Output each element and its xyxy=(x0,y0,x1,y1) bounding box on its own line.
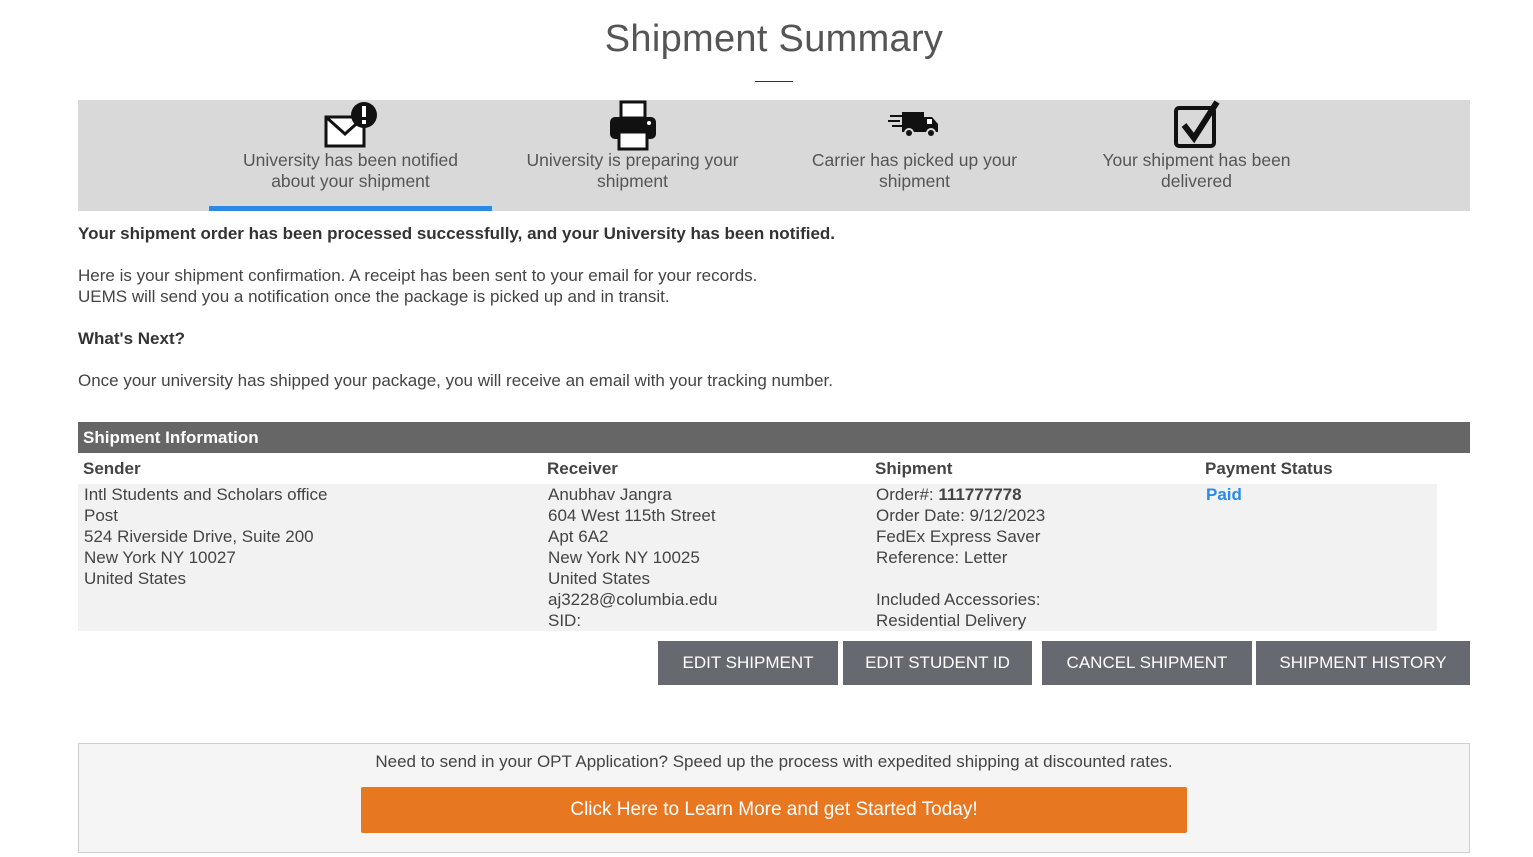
learn-more-button[interactable]: Click Here to Learn More and get Started… xyxy=(361,787,1187,833)
progress-step-label: Carrier has picked up your shipment xyxy=(811,150,1018,191)
sender-line: Post xyxy=(84,506,119,525)
success-message: Your shipment order has been processed s… xyxy=(78,224,836,243)
notification-message: UEMS will send you a notification once t… xyxy=(78,287,670,306)
edit-shipment-button[interactable]: EDIT SHIPMENT xyxy=(658,641,838,685)
shipment-info-header: Shipment Information xyxy=(78,422,1470,453)
sender-line: New York NY 10027 xyxy=(84,548,236,567)
sender-line: 524 Riverside Drive, Suite 200 xyxy=(84,527,314,546)
order-number-line: Order#: 111777778 xyxy=(876,484,1045,505)
envelope-alert-icon xyxy=(209,100,492,156)
progress-step-notified: University has been notified about your … xyxy=(209,100,492,211)
progress-step-label: Your shipment has been delivered xyxy=(1102,150,1291,191)
order-number-label: Order#: xyxy=(876,485,939,504)
sender-line: Intl Students and Scholars office xyxy=(84,485,328,504)
receiver-line: Apt 6A2 xyxy=(548,527,609,546)
receiver-line: 604 West 115th Street xyxy=(548,506,716,525)
whats-next-text: Once your university has shipped your pa… xyxy=(78,371,833,390)
progress-step-label: University is preparing your shipment xyxy=(526,150,739,191)
progress-step-label: University has been notified about your … xyxy=(243,150,458,191)
confirmation-message: Here is your shipment confirmation. A re… xyxy=(78,266,758,285)
shipment-progress-tracker: University has been notified about your … xyxy=(78,100,1470,211)
progress-step-picked-up: Carrier has picked up your shipment xyxy=(773,100,1056,211)
promo-text: Need to send in your OPT Application? Sp… xyxy=(375,752,1173,771)
order-number: 111777778 xyxy=(938,485,1022,504)
receiver-sid: SID: xyxy=(548,611,582,630)
receiver-line: Anubhav Jangra xyxy=(548,485,672,504)
carrier-service: FedEx Express Saver xyxy=(876,527,1041,546)
payment-column-header: Payment Status xyxy=(1205,459,1333,478)
receiver-details: Anubhav Jangra 604 West 115th Street Apt… xyxy=(548,484,717,631)
payment-status-badge: Paid xyxy=(1206,485,1242,504)
cancel-shipment-button[interactable]: CANCEL SHIPMENT xyxy=(1042,641,1252,685)
receiver-email: aj3228@columbia.edu xyxy=(548,590,718,609)
sender-column-header: Sender xyxy=(83,459,141,478)
order-date: Order Date: 9/12/2023 xyxy=(876,506,1046,525)
receiver-line: United States xyxy=(548,569,651,588)
receiver-line: New York NY 10025 xyxy=(548,548,700,567)
delivery-truck-icon xyxy=(773,100,1056,156)
shipment-column-header: Shipment xyxy=(875,459,953,478)
progress-step-preparing: University is preparing your shipment xyxy=(491,100,774,211)
payment-details: Paid xyxy=(1206,484,1242,505)
shipment-reference: Reference: Letter xyxy=(876,548,1008,567)
printer-icon xyxy=(491,100,774,156)
receiver-column-header: Receiver xyxy=(547,459,618,478)
shipment-details: Order#: 111777778 Order Date: 9/12/2023 … xyxy=(876,484,1045,631)
progress-step-delivered: Your shipment has been delivered xyxy=(1055,100,1338,211)
sender-details: Intl Students and Scholars office Post 5… xyxy=(84,484,328,589)
accessories-label: Included Accessories: xyxy=(876,590,1041,609)
active-step-indicator xyxy=(209,206,492,211)
title-divider xyxy=(755,81,793,82)
sender-line: United States xyxy=(84,569,187,588)
shipment-history-button[interactable]: SHIPMENT HISTORY xyxy=(1256,641,1470,685)
edit-student-id-button[interactable]: EDIT STUDENT ID xyxy=(843,641,1032,685)
page-title: Shipment Summary xyxy=(604,18,944,60)
accessory-item: Residential Delivery xyxy=(876,611,1027,630)
whats-next-heading: What's Next? xyxy=(78,329,185,348)
checked-box-icon xyxy=(1055,100,1338,156)
